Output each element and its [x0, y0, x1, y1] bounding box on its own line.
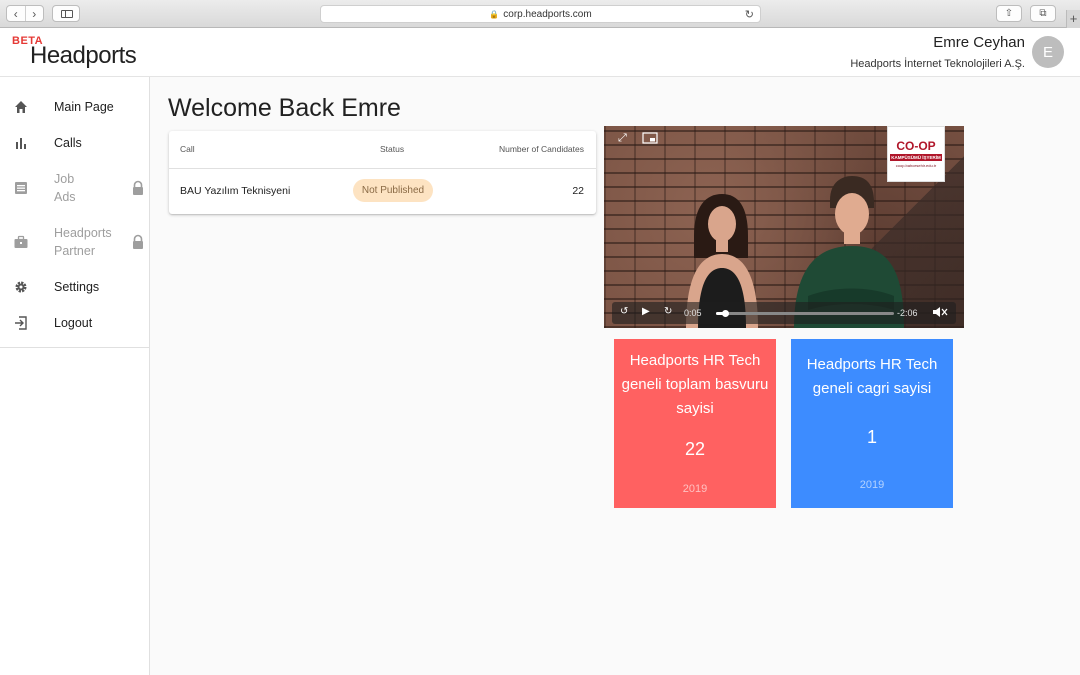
- new-tab-icon[interactable]: +: [1066, 10, 1080, 28]
- lock-icon: [131, 180, 145, 196]
- video-controls: ↺ ▶ ↻ 0:05 -2:06: [612, 302, 956, 324]
- column-header-candidates[interactable]: Number of Candidates: [499, 144, 584, 154]
- sidebar-menu: Main Page Calls Job Ads Headports Partne…: [0, 89, 149, 348]
- address-bar[interactable]: 🔒 corp.headports.com ↻: [320, 5, 761, 23]
- remaining-time: -2:06: [897, 308, 918, 318]
- video-player[interactable]: CO-OP KAMPÜSÜMÜ İŞYERİM coop.bahcesehir.…: [604, 126, 964, 328]
- stat-year: 2019: [859, 479, 885, 491]
- stat-value: 1: [866, 427, 877, 447]
- sidebar-item-headports-partner[interactable]: Headports Partner: [0, 215, 149, 269]
- headports-logo[interactable]: BETA Headports: [10, 34, 150, 74]
- sidebar-item-label: Main Page: [54, 100, 114, 114]
- app-header: BETA Headports Emre Ceyhan Headports İnt…: [0, 28, 1080, 77]
- sidebar-item-label: Headports Partner: [54, 226, 112, 258]
- history-nav: ‹ ›: [6, 5, 44, 22]
- coop-url: coop.bahcesehir.edu.tr: [895, 163, 937, 168]
- coop-badge: CO-OP KAMPÜSÜMÜ İŞYERİM coop.bahcesehir.…: [887, 126, 945, 182]
- user-name: Emre Ceyhan: [933, 34, 1025, 51]
- calls-table: Call Status Number of Candidates BAU Yaz…: [169, 131, 596, 214]
- briefcase-icon: [13, 234, 29, 250]
- url-text: corp.headports.com: [503, 8, 592, 20]
- sidebar-toggle-icon[interactable]: [52, 5, 80, 22]
- play-icon[interactable]: ▶: [642, 306, 650, 317]
- coop-subtitle: KAMPÜSÜMÜ İŞYERİM: [890, 154, 942, 161]
- video-progress-handle[interactable]: [721, 310, 729, 317]
- mute-icon[interactable]: [932, 306, 948, 321]
- sidebar-item-job-ads[interactable]: Job Ads: [0, 161, 149, 215]
- sidebar-item-label: Logout: [54, 316, 93, 330]
- rewind-15-icon[interactable]: ↺: [620, 306, 628, 317]
- gear-icon: [13, 279, 29, 295]
- divider: [169, 168, 596, 169]
- stat-card-total-applications[interactable]: Headports HR Tech geneli toplam basvuru …: [614, 339, 776, 508]
- lock-icon: 🔒: [489, 9, 500, 19]
- bar-chart-icon: [13, 135, 29, 151]
- video-progress-bar[interactable]: [716, 310, 894, 317]
- share-icon[interactable]: ⇧: [996, 5, 1022, 22]
- page-title: Welcome Back Emre: [168, 94, 401, 122]
- stat-card-total-calls[interactable]: Headports HR Tech geneli cagri sayisi 1 …: [791, 339, 953, 508]
- stat-value: 22: [684, 439, 706, 459]
- picture-in-picture-icon[interactable]: [642, 132, 660, 146]
- stat-title: Headports HR Tech geneli toplam basvuru …: [621, 352, 769, 417]
- lock-icon: [131, 234, 145, 250]
- fullscreen-icon[interactable]: ⤢: [618, 132, 636, 146]
- back-icon[interactable]: ‹: [7, 6, 26, 21]
- candidate-count: 22: [572, 185, 584, 197]
- sidebar-item-label: Calls: [54, 136, 82, 150]
- tabs-overview-icon[interactable]: ⧉: [1030, 5, 1056, 22]
- sidebar: Main Page Calls Job Ads Headports Partne…: [0, 77, 150, 675]
- column-header-call[interactable]: Call: [180, 144, 195, 154]
- avatar[interactable]: E: [1032, 36, 1064, 68]
- status-badge: Not Published: [353, 179, 433, 202]
- stat-title: Headports HR Tech geneli cagri sayisi: [806, 356, 938, 397]
- call-name[interactable]: BAU Yazılım Teknisyeni: [180, 185, 290, 197]
- forward-icon[interactable]: ›: [26, 6, 44, 21]
- sidebar-item-settings[interactable]: Settings: [0, 269, 149, 305]
- sidebar-item-calls[interactable]: Calls: [0, 125, 149, 161]
- reload-icon[interactable]: ↻: [745, 8, 754, 21]
- elapsed-time: 0:05: [684, 308, 702, 318]
- stat-year: 2019: [682, 483, 708, 495]
- sidebar-item-label: Job Ads: [54, 172, 76, 204]
- home-icon: [13, 99, 29, 115]
- column-header-status[interactable]: Status: [380, 144, 404, 154]
- logout-icon: [13, 315, 29, 331]
- logo-text: Headports: [30, 42, 137, 69]
- forward-15-icon[interactable]: ↻: [664, 306, 672, 317]
- sidebar-item-main-page[interactable]: Main Page: [0, 89, 149, 125]
- sidebar-item-logout[interactable]: Logout: [0, 305, 149, 341]
- coop-title: CO-OP: [896, 139, 936, 153]
- sidebar-item-label: Settings: [54, 280, 100, 294]
- user-company: Headports İnternet Teknolojileri A.Ş.: [850, 58, 1025, 70]
- browser-toolbar: ‹ › 🔒 corp.headports.com ↻ ⇧ ⧉ +: [0, 0, 1080, 28]
- list-icon: [13, 180, 29, 196]
